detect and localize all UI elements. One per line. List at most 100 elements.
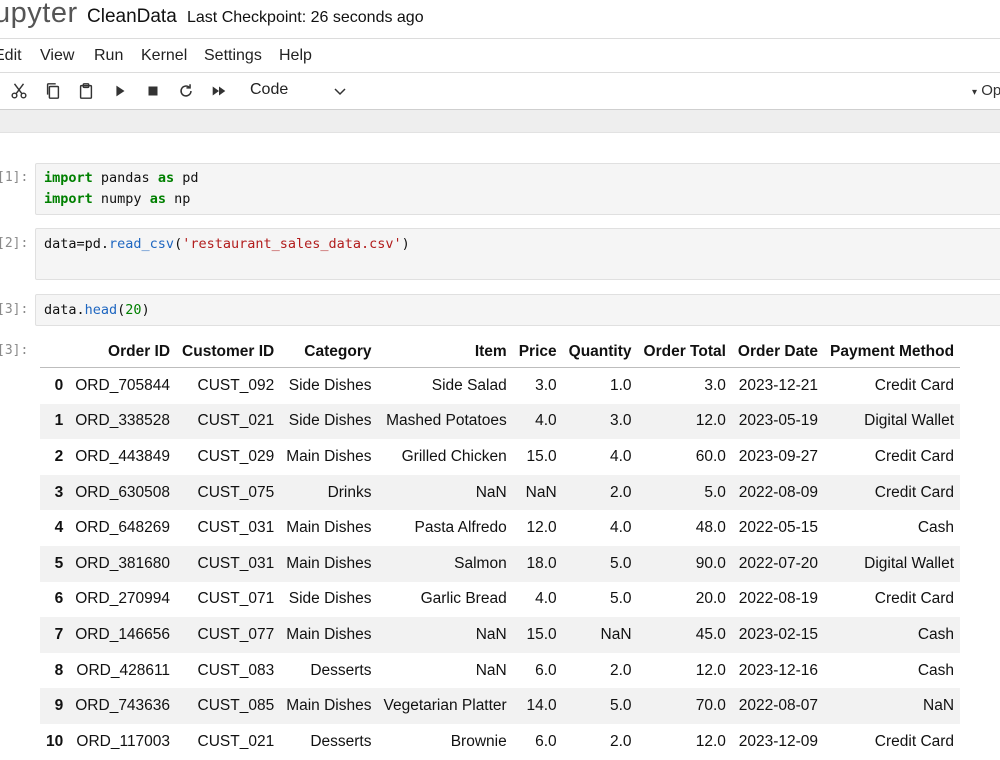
table-cell: 20.0 [695,590,726,608]
table-cell: 2022-08-09 [738,483,819,501]
jupyter-logo[interactable]: upyter [0,0,78,30]
table-cell: Desserts [310,661,372,679]
cut-icon[interactable] [6,79,32,103]
row-index: 5 [54,554,64,572]
checkpoint-status: Last Checkpoint: 26 seconds ago [187,9,424,26]
table-cell: Main Dishes [286,519,372,537]
table-cell: NaN [475,661,507,679]
table-cell: Digital Wallet [864,554,955,572]
table-cell: CUST_031 [197,519,275,537]
table-row: 5 ORD_381680 CUST_031 Main Dishes Salmon 18.0… [40,545,961,582]
table-cell: 3.0 [535,376,557,394]
table-cell: 2022-08-19 [738,590,819,608]
table-cell: Pasta Alfredo [414,519,507,537]
table-cell: NaN [923,697,955,715]
run-icon[interactable] [107,79,133,103]
table-cell: Cash [917,519,955,537]
table-cell: 15.0 [526,447,557,465]
table-cell: 90.0 [695,554,726,572]
table-cell: 5.0 [704,483,726,501]
table-cell: 18.0 [526,554,557,572]
menu-bar: Edit View Run Kernel Settings Help [0,38,1000,73]
code-cell-input[interactable]: data=pd.read_csv('restaurant_sales_data.… [35,228,1000,280]
column-header: Price [512,337,563,368]
chevron-down-icon[interactable] [333,84,347,98]
table-cell: 2022-08-07 [738,697,819,715]
table-cell: 2023-12-21 [738,376,819,394]
table-cell: ORD_648269 [75,519,171,537]
table-cell: 12.0 [695,661,726,679]
table-cell: 4.0 [609,447,632,465]
row-index: 4 [54,519,64,537]
column-header: Quantity [562,337,638,368]
table-cell: Brownie [450,732,507,750]
code-cell-input[interactable]: import pandas as pd import numpy as np [35,163,1000,215]
row-index: 6 [54,590,64,608]
row-index: 8 [54,661,64,679]
menu-settings[interactable]: Settings [204,47,262,65]
table-cell: CUST_021 [197,412,275,430]
copy-icon[interactable] [40,79,66,103]
table-row: 6 ORD_270994 CUST_071 Side Dishes Garlic Bre… [40,582,960,618]
menu-help[interactable]: Help [279,47,312,65]
row-index: 3 [54,483,64,501]
cell-type-select[interactable]: Code [250,81,288,99]
row-index: 9 [54,697,64,715]
table-cell: Side Dishes [288,376,372,394]
table-cell: 2.0 [609,732,632,750]
notebook-title[interactable]: CleanData [87,6,177,28]
table-row: 8 ORD_428611 CUST_083 Desserts NaN 6.0 2.0 12.0… [40,653,960,689]
table-cell: 2023-12-09 [738,732,819,750]
code-cell-input[interactable]: data.head(20) [35,294,1000,326]
table-row: 4 ORD_648269 CUST_031 Main Dishes Pasta Alfr… [40,510,960,546]
table-cell: 4.0 [535,412,557,430]
row-index: 7 [54,625,64,643]
column-header: Order Total [637,337,732,368]
table-cell: ORD_630508 [75,483,171,501]
table-cell: CUST_083 [197,661,275,679]
table-cell: NaN [600,625,632,643]
table-cell: 2.0 [609,661,632,679]
table-cell: ORD_443849 [75,447,171,465]
table-cell: Credit Card [874,447,955,465]
menu-view[interactable]: View [40,47,74,65]
table-cell: 12.0 [695,732,726,750]
table-row: 9 ORD_743636 CUST_085 Main Dishes Vegetarian… [40,688,961,724]
table-cell: Drinks [327,483,372,501]
table-cell: CUST_092 [197,376,275,394]
table-cell: Credit Card [874,376,955,394]
code-line: data.head(20) [44,302,150,318]
paste-icon[interactable] [73,79,99,103]
table-cell: 2022-07-20 [738,554,819,572]
table-cell: ORD_338528 [75,412,171,430]
menu-run[interactable]: Run [94,47,123,65]
menu-edit[interactable]: Edit [0,47,22,65]
table-cell: Cash [917,625,955,643]
code-line: import pandas as pd [44,170,199,186]
row-index: 2 [54,447,64,465]
table-cell: Vegetarian Platter [383,697,507,715]
caret-down-icon: ▾ [972,87,978,98]
table-cell: Credit Card [874,483,955,501]
table-cell: NaN [475,483,507,501]
table-cell: CUST_029 [197,447,275,465]
table-cell: Side Dishes [288,412,372,430]
table-cell: Cash [917,661,955,679]
column-header: Item [377,337,513,368]
table-row: 0 ORD_705844 CUST_092 Side Dishes Side Salad… [40,368,960,404]
restart-icon[interactable] [173,79,199,103]
stop-icon[interactable] [140,79,166,103]
table-cell: 5.0 [609,697,632,715]
toolbar-right-menu[interactable]: ▾ Op [972,82,1000,99]
column-header: Payment Method [824,337,961,368]
cell-prompt: [2]: [0,236,29,251]
fast-forward-icon[interactable] [206,79,232,103]
table-cell: 5.0 [609,590,632,608]
table-cell: ORD_381680 [75,554,171,572]
table-row: 3 ORD_630508 CUST_075 Drinks NaN NaN 2.0 5.0 202… [40,474,961,511]
table-cell: Desserts [310,732,372,750]
row-index: 1 [54,412,64,430]
cell-prompt: [1]: [0,170,29,185]
menu-kernel[interactable]: Kernel [141,47,187,65]
table-cell: 4.0 [535,590,557,608]
